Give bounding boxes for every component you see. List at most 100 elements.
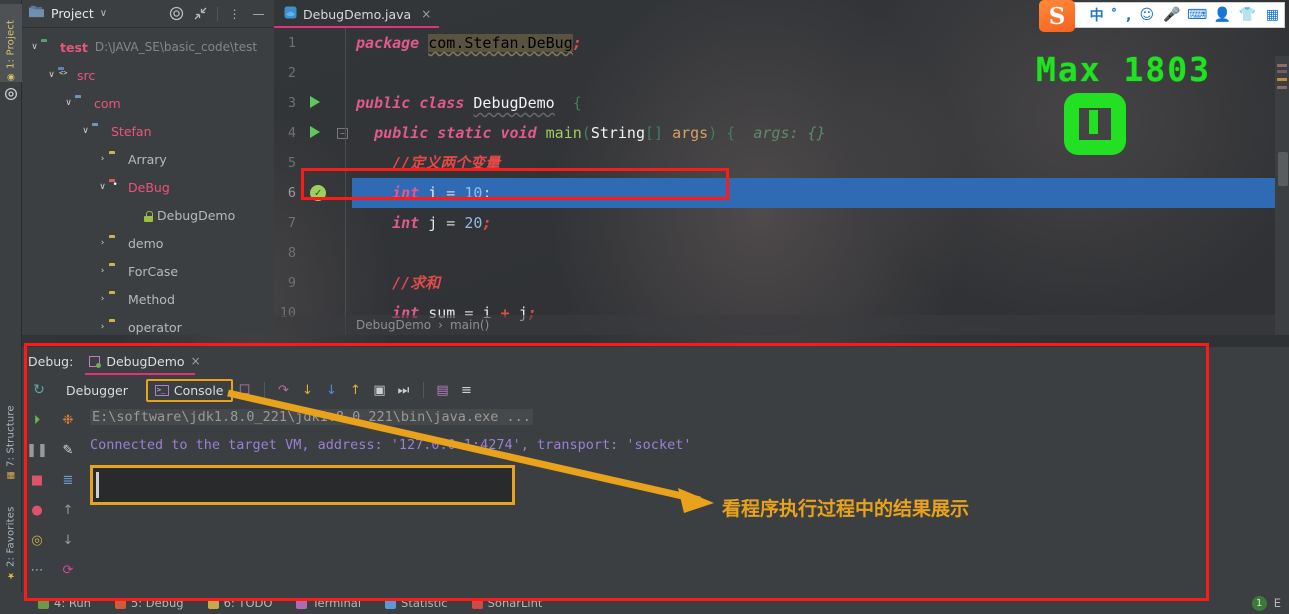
- close-icon[interactable]: ×: [421, 7, 431, 21]
- tree-item-debug[interactable]: ∨ DeBug: [22, 173, 274, 201]
- settings-gear-icon[interactable]: [4, 86, 18, 101]
- status-run[interactable]: 4: Run: [26, 592, 103, 614]
- ime-chinese-mode-icon[interactable]: 中: [1085, 3, 1108, 27]
- tree-item-operator[interactable]: › operator: [22, 313, 274, 341]
- fold-icon[interactable]: −: [337, 128, 348, 139]
- tree-item-arrary[interactable]: › Arrary: [22, 145, 274, 173]
- step-over-icon[interactable]: ↷: [272, 383, 296, 398]
- user-card-icon[interactable]: 👤: [1211, 3, 1234, 27]
- tree-item-stefan[interactable]: ∨ Stefan: [22, 117, 274, 145]
- code-line[interactable]: public static void main(String[] args) {…: [352, 118, 1289, 148]
- tree-item-src[interactable]: ∨ src: [22, 61, 274, 89]
- down-icon[interactable]: ↓: [52, 525, 84, 555]
- chevron-down-icon[interactable]: ∨: [79, 126, 92, 136]
- ime-toolbar[interactable]: S 中 ゜, ☺ 🎤 ⌨ 👤 👕 ▦: [1039, 0, 1285, 32]
- editor-gutter[interactable]: 1 2 3 4−5 6 ✓ 7 8 9 10: [274, 28, 348, 335]
- gutter-line[interactable]: 5: [274, 148, 344, 178]
- chevron-right-icon[interactable]: ›: [96, 266, 109, 276]
- chevron-down-icon[interactable]: ∨: [96, 182, 109, 192]
- gutter-line[interactable]: 1: [274, 28, 344, 58]
- code-line[interactable]: //求和: [352, 268, 1289, 298]
- breadcrumb-method[interactable]: main(): [450, 318, 489, 332]
- chevron-down-icon[interactable]: ∨: [100, 8, 107, 19]
- gutter-line[interactable]: 6 ✓: [274, 178, 344, 208]
- status-debug[interactable]: 5: Debug: [103, 592, 196, 614]
- status-statistic[interactable]: Statistic: [373, 592, 460, 614]
- evaluate-icon[interactable]: ❉: [52, 405, 84, 435]
- keyboard-icon[interactable]: ⌨: [1186, 3, 1209, 27]
- debug-session-tab[interactable]: DebugDemo ×: [81, 347, 208, 375]
- hide-panel-icon[interactable]: —: [251, 6, 266, 21]
- code-editor[interactable]: 1 2 3 4−5 6 ✓ 7 8 9 10 package com.Stefan.DeBug; p…: [274, 28, 1289, 335]
- console-toggle-icon[interactable]: ▤: [431, 383, 455, 398]
- sidebar-tab-structure[interactable]: ▦ 7: Structure: [0, 390, 22, 480]
- code-line[interactable]: int i = 10;: [352, 178, 1289, 208]
- mic-icon[interactable]: 🎤: [1160, 3, 1183, 27]
- run-gutter-icon[interactable]: [310, 96, 320, 108]
- run-gutter-icon[interactable]: [310, 126, 320, 138]
- chevron-right-icon[interactable]: ›: [96, 238, 109, 248]
- chevron-right-icon[interactable]: ›: [96, 294, 109, 304]
- sogou-logo-icon[interactable]: S: [1039, 0, 1075, 32]
- gutter-line[interactable]: 8: [274, 238, 344, 268]
- ime-punctuation-icon[interactable]: ゜,: [1110, 3, 1133, 27]
- shirt-icon[interactable]: 👕: [1236, 3, 1259, 27]
- breadcrumb[interactable]: DebugDemo › main(): [274, 315, 1289, 335]
- stop-icon[interactable]: ■: [22, 465, 52, 495]
- edit-icon[interactable]: ✎: [52, 435, 84, 465]
- code-line[interactable]: package com.Stefan.DeBug;: [352, 28, 1289, 58]
- stop-paint-icon[interactable]: ☐: [233, 383, 257, 398]
- status-todo[interactable]: 6: TODO: [196, 592, 285, 614]
- collapse-all-icon[interactable]: [193, 6, 208, 21]
- chevron-right-icon[interactable]: ›: [96, 154, 109, 164]
- tree-item-debugdemo[interactable]: ›DebugDemo: [22, 201, 274, 229]
- tree-item-test[interactable]: ∨ test D:\JAVA_SE\basic_code\test: [22, 33, 274, 61]
- tree-item-demo[interactable]: › demo: [22, 229, 274, 257]
- smiley-icon[interactable]: ☺: [1135, 3, 1158, 27]
- gutter-line[interactable]: 9: [274, 268, 344, 298]
- code-line[interactable]: public class DebugDemo {: [352, 88, 1289, 118]
- console-output[interactable]: E:\software\jdk1.8.0_221\jdk1.8.0_221\bi…: [86, 405, 1285, 590]
- tab-debugdemo-java[interactable]: DebugDemo.java ×: [274, 0, 440, 28]
- chevron-down-icon[interactable]: ∨: [62, 98, 75, 108]
- code-line[interactable]: [352, 238, 1289, 268]
- view-breakpoints-icon[interactable]: ●: [22, 495, 52, 525]
- close-icon[interactable]: ×: [191, 354, 201, 368]
- console-input-field[interactable]: [90, 465, 515, 505]
- breadcrumb-class[interactable]: DebugDemo: [356, 318, 431, 332]
- pause-program-icon[interactable]: ❚❚: [22, 435, 52, 465]
- sidebar-tab-project[interactable]: ◉ 1: Project: [0, 4, 22, 82]
- step-into-icon[interactable]: ↓: [296, 383, 320, 398]
- chevron-down-icon[interactable]: ∨: [45, 70, 58, 80]
- up-icon[interactable]: ↑: [52, 495, 84, 525]
- target-icon[interactable]: [169, 6, 184, 21]
- gutter-line[interactable]: 3: [274, 88, 344, 118]
- tree-item-method[interactable]: › Method: [22, 285, 274, 313]
- tab-debugger[interactable]: Debugger: [58, 380, 136, 401]
- status-sonarlint[interactable]: SonarLint: [460, 592, 555, 614]
- status-badge[interactable]: 1: [1251, 595, 1267, 611]
- sort-icon[interactable]: ≣: [52, 465, 84, 495]
- chevron-right-icon[interactable]: ›: [96, 322, 109, 332]
- tree-item-forcase[interactable]: › ForCase: [22, 257, 274, 285]
- more-icon[interactable]: ⋯: [22, 555, 52, 585]
- editor-right-gutter[interactable]: [1275, 56, 1289, 335]
- gutter-line[interactable]: 2: [274, 58, 344, 88]
- soft-wrap-icon[interactable]: ⟳: [52, 555, 84, 585]
- chevron-down-icon[interactable]: ∨: [28, 42, 41, 52]
- apps-icon[interactable]: ▦: [1261, 3, 1284, 27]
- tree-item-com[interactable]: ∨ com: [22, 89, 274, 117]
- code-line[interactable]: //定义两个变量: [352, 148, 1289, 178]
- resume-program-icon[interactable]: ⏵: [22, 405, 52, 435]
- force-step-into-icon[interactable]: ↓: [320, 383, 344, 398]
- step-out-icon[interactable]: ↑: [344, 383, 368, 398]
- status-terminal[interactable]: Terminal: [284, 592, 373, 614]
- run-to-cursor-icon[interactable]: ▣: [368, 383, 392, 398]
- code-line[interactable]: int j = 20;: [352, 208, 1289, 238]
- gutter-line[interactable]: 4−: [274, 118, 348, 148]
- code-lines[interactable]: package com.Stefan.DeBug; public class De…: [352, 28, 1289, 335]
- tab-console[interactable]: >_ Console: [145, 378, 233, 402]
- resume-icon[interactable]: ⏭: [392, 383, 416, 398]
- sidebar-tab-favorites[interactable]: ★ 2: Favorites: [0, 488, 22, 580]
- breakpoint-verified-icon[interactable]: ✓: [310, 185, 326, 201]
